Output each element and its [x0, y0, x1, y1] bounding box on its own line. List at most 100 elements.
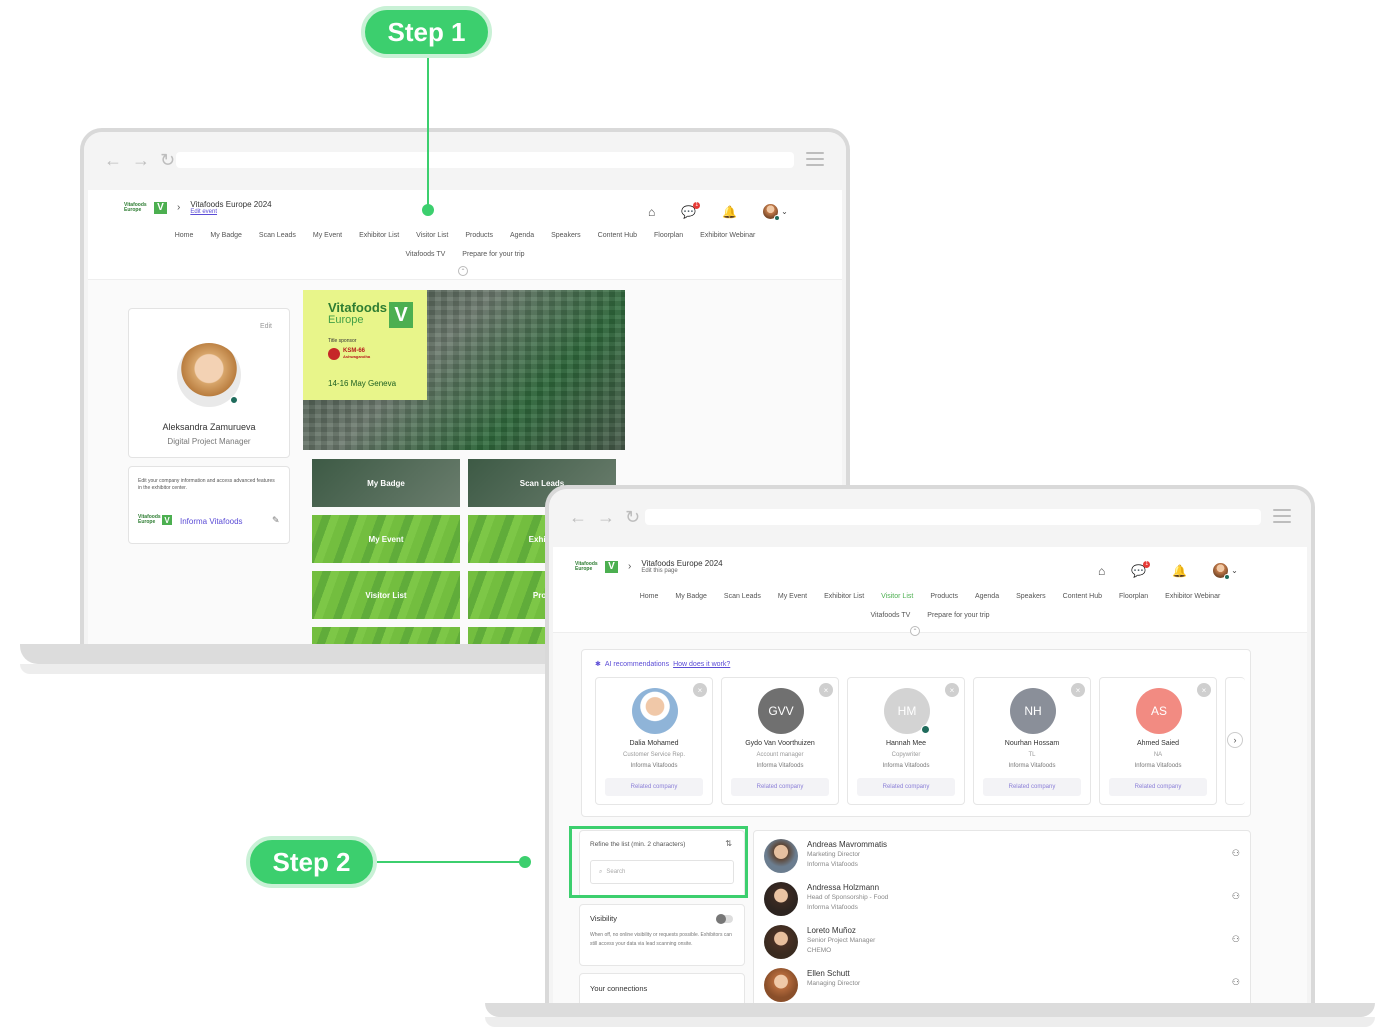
rec-name[interactable]: Gydo Van Voorthuizen [722, 740, 838, 747]
header-icons: ⌂ 💬 1 🔔 ⌄ [1098, 560, 1238, 580]
reload-icon[interactable]: ↻ [625, 507, 640, 528]
collapse-menu-icon[interactable]: ⌃ [910, 626, 920, 636]
rec-name[interactable]: Dalia Mohamed [596, 740, 712, 747]
menu-floorplan[interactable]: Floorplan [1119, 593, 1148, 600]
rec-name[interactable]: Nourhan Hossam [974, 740, 1090, 747]
person-name[interactable]: Loreto Muñoz [807, 926, 856, 935]
chevron-right-icon[interactable]: › [1227, 732, 1243, 748]
back-icon[interactable]: ← [104, 150, 122, 171]
menu-scan-leads[interactable]: Scan Leads [259, 232, 296, 239]
tile-visitor-list[interactable]: Visitor List [312, 571, 460, 619]
main-menu: Home My Badge Scan Leads My Event Exhibi… [88, 232, 842, 239]
menu-visitor-list[interactable]: Visitor List [881, 593, 913, 600]
recommendation-card[interactable]: × HM Hannah Mee Copywriter Informa Vitaf… [847, 677, 965, 805]
menu-exhibitor-list[interactable]: Exhibitor List [359, 232, 399, 239]
menu-icon[interactable] [1273, 509, 1291, 523]
menu-scan-leads[interactable]: Scan Leads [724, 593, 761, 600]
close-icon[interactable]: × [819, 683, 833, 697]
menu-speakers[interactable]: Speakers [1016, 593, 1046, 600]
menu-my-badge[interactable]: My Badge [210, 232, 242, 239]
company-name[interactable]: Informa Vitafoods [180, 517, 243, 526]
menu-my-event[interactable]: My Event [313, 232, 342, 239]
menu-my-badge[interactable]: My Badge [675, 593, 707, 600]
menu-speakers[interactable]: Speakers [551, 232, 581, 239]
related-company-button[interactable]: Related company [1109, 778, 1207, 796]
related-company-button[interactable]: Related company [983, 778, 1081, 796]
collapse-menu-icon[interactable]: ⌃ [458, 266, 468, 276]
reload-icon[interactable]: ↻ [160, 150, 175, 171]
recommendation-card[interactable]: × Dalia Mohamed Customer Service Rep. In… [595, 677, 713, 805]
rec-name[interactable]: Ahmed Saied [1100, 740, 1216, 747]
menu-agenda[interactable]: Agenda [510, 232, 534, 239]
menu-home[interactable]: Home [640, 593, 659, 600]
address-bar[interactable] [176, 152, 794, 168]
edit-event-link[interactable]: Edit event [190, 209, 271, 215]
edit-profile-link[interactable]: Edit [260, 323, 272, 330]
menu-my-event[interactable]: My Event [778, 593, 807, 600]
event-title: Vitafoods Europe 2024 [641, 559, 723, 568]
bell-icon[interactable]: 🔔 [722, 205, 737, 219]
menu-floorplan[interactable]: Floorplan [654, 232, 683, 239]
recommendation-card[interactable]: × NH Nourhan Hossam TL Informa Vitafoods… [973, 677, 1091, 805]
forward-icon[interactable]: → [132, 150, 150, 171]
menu-vitafoods-tv[interactable]: Vitafoods TV [870, 612, 910, 619]
forward-icon[interactable]: → [597, 507, 615, 528]
chat-icon[interactable]: 💬 1 [681, 201, 701, 219]
menu-content-hub[interactable]: Content Hub [598, 232, 637, 239]
bell-icon[interactable]: 🔔 [1172, 564, 1187, 578]
related-company-button[interactable]: Related company [605, 778, 703, 796]
back-icon[interactable]: ← [569, 507, 587, 528]
how-it-works-link[interactable]: How does it work? [673, 661, 730, 668]
person-name[interactable]: Andreas Mavrommatis [807, 840, 887, 849]
menu-agenda[interactable]: Agenda [975, 593, 999, 600]
close-icon[interactable]: × [1071, 683, 1085, 697]
add-contact-icon[interactable]: ⚇ [1232, 891, 1240, 902]
menu-vitafoods-tv[interactable]: Vitafoods TV [405, 251, 445, 258]
rec-company: Informa Vitafoods [1134, 763, 1182, 769]
close-icon[interactable]: × [693, 683, 707, 697]
rec-company: Informa Vitafoods [1008, 763, 1056, 769]
address-bar[interactable] [645, 509, 1261, 525]
brand: Vitafoods Europe V › Vitafoods Europe 20… [124, 200, 272, 215]
edit-page-link[interactable]: Edit this page [641, 568, 722, 574]
list-item[interactable]: Andressa Holzmann Head of Sponsorship - … [764, 879, 1240, 919]
menu-exhibitor-webinar[interactable]: Exhibitor Webinar [1165, 593, 1220, 600]
rec-name[interactable]: Hannah Mee [848, 740, 964, 747]
menu-visitor-list[interactable]: Visitor List [416, 232, 448, 239]
add-contact-icon[interactable]: ⚇ [1232, 934, 1240, 945]
menu-prepare-trip[interactable]: Prepare for your trip [462, 251, 524, 258]
initials-avatar: AS [1136, 688, 1182, 734]
menu-icon[interactable] [806, 152, 824, 166]
list-item[interactable]: Andreas Mavrommatis Marketing Director I… [764, 836, 1240, 876]
list-item[interactable]: Ellen Schutt Managing Director ⚇ [764, 965, 1240, 1003]
menu-products[interactable]: Products [930, 593, 958, 600]
menu-products[interactable]: Products [465, 232, 493, 239]
recommendation-card[interactable]: × AS Ahmed Saied NA Informa Vitafoods Re… [1099, 677, 1217, 805]
home-icon[interactable]: ⌂ [1098, 564, 1105, 578]
related-company-button[interactable]: Related company [857, 778, 955, 796]
chat-icon[interactable]: 💬 1 [1131, 560, 1151, 578]
tile-my-event[interactable]: My Event [312, 515, 460, 563]
user-menu[interactable]: ⌄ [1213, 563, 1238, 580]
add-contact-icon[interactable]: ⚇ [1232, 977, 1240, 988]
menu-home[interactable]: Home [175, 232, 194, 239]
home-icon[interactable]: ⌂ [648, 205, 655, 219]
add-contact-icon[interactable]: ⚇ [1232, 848, 1240, 859]
recommendation-card[interactable]: × GVV Gydo Van Voorthuizen Account manag… [721, 677, 839, 805]
menu-prepare-trip[interactable]: Prepare for your trip [927, 612, 989, 619]
menu-content-hub[interactable]: Content Hub [1063, 593, 1102, 600]
vitafoods-logo[interactable]: Vitafoods Europe V [575, 560, 618, 573]
edit-company-icon[interactable]: ✎ [272, 515, 280, 526]
user-menu[interactable]: ⌄ [763, 204, 788, 221]
menu-exhibitor-list[interactable]: Exhibitor List [824, 593, 864, 600]
vitafoods-logo[interactable]: Vitafoods Europe V [124, 201, 167, 214]
menu-exhibitor-webinar[interactable]: Exhibitor Webinar [700, 232, 755, 239]
person-name[interactable]: Andressa Holzmann [807, 883, 879, 892]
tile-my-badge[interactable]: My Badge [312, 459, 460, 507]
list-item[interactable]: Loreto Muñoz Senior Project Manager CHEM… [764, 922, 1240, 962]
close-icon[interactable]: × [945, 683, 959, 697]
close-icon[interactable]: × [1197, 683, 1211, 697]
related-company-button[interactable]: Related company [731, 778, 829, 796]
visibility-toggle[interactable] [716, 914, 733, 924]
person-name[interactable]: Ellen Schutt [807, 969, 850, 978]
